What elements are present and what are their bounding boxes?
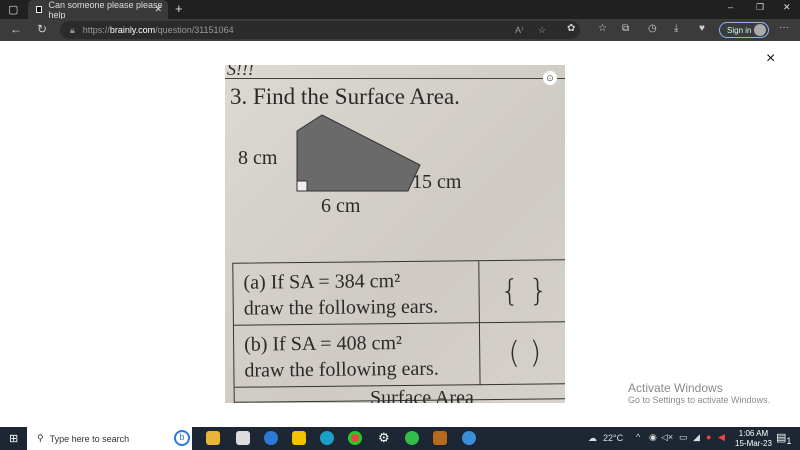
brainly-favicon-icon — [36, 6, 43, 13]
table-row: (a) If SA = 384 cm² draw the following ea… — [233, 260, 565, 326]
sign-in-label: Sign in — [727, 25, 752, 35]
browser-essentials-icon[interactable]: ♥ — [699, 23, 705, 34]
antivirus-icon[interactable]: ● — [706, 432, 711, 442]
network-icon[interactable]: ▭ — [679, 432, 688, 443]
question-table: (a) If SA = 384 cm² draw the following ea… — [232, 259, 565, 403]
edge-icon[interactable] — [320, 431, 334, 445]
url-text: https://brainly.com/question/31151064 — [83, 25, 234, 35]
collections-icon[interactable]: ⧉ — [622, 23, 629, 34]
close-tab-icon[interactable]: ✕ — [154, 4, 162, 15]
tab-title: Can someone please please help — [48, 0, 163, 20]
right-angle-marker — [296, 180, 308, 192]
chrome-icon[interactable] — [348, 431, 362, 445]
downloads-icon[interactable]: ⤓ — [674, 23, 678, 34]
url-domain: brainly.com — [109, 25, 156, 35]
search-icon: ⚲ — [37, 433, 44, 443]
bing-icon[interactable]: b — [174, 430, 190, 446]
windows-start-icon[interactable]: ⊞ — [9, 432, 18, 445]
watermark-title: Activate Windows — [628, 381, 723, 395]
row-line2: draw the following ears. — [243, 295, 439, 320]
speaker-icon[interactable]: ◀ — [718, 432, 725, 443]
restore-icon[interactable]: ❐ — [756, 2, 764, 13]
read-aloud-icon[interactable]: A⁾ — [515, 25, 523, 36]
watermark-subtitle: Go to Settings to activate Windows. — [628, 395, 771, 405]
address-input[interactable]: 🔒︎ https://brainly.com/question/31151064… — [60, 21, 580, 39]
close-window-icon[interactable]: ✕ — [783, 2, 791, 13]
taskbar: ⊞ ⚲ Type here to search b ⚙ ☁ 22°C ^ ◉ ◁… — [0, 427, 800, 450]
new-tab-icon[interactable]: + — [175, 1, 183, 16]
extensions-icon[interactable]: ✿ — [567, 23, 575, 34]
label-height: 8 cm — [238, 147, 278, 169]
lock-icon: 🔒︎ — [70, 24, 75, 35]
row-answer: ( ) — [478, 322, 565, 386]
trapezoid-shape — [296, 114, 421, 192]
clock[interactable]: 1:06 AM 15-Mar-23 — [735, 429, 772, 449]
refresh-icon[interactable]: ↻ — [37, 22, 47, 36]
row-text: (b) If SA = 408 cm² draw the following ea… — [244, 330, 439, 384]
time: 1:06 AM — [738, 429, 769, 438]
settings-icon[interactable]: ⚙ — [378, 430, 390, 446]
address-toolbar: ← ↻ 🔒︎ https://brainly.com/question/3115… — [0, 19, 800, 41]
wifi-icon[interactable]: ◢ — [693, 432, 700, 443]
avatar — [754, 24, 766, 36]
more-menu-button[interactable]: ··· — [779, 22, 789, 33]
favorites-icon[interactable]: ☆ — [598, 23, 607, 34]
notification-count: 1 — [786, 436, 792, 447]
title-bar: ▢ Can someone please please help ✕ + – ❐… — [0, 0, 800, 20]
row-answer: { } — [478, 260, 565, 324]
url-path: /question/31151064 — [155, 25, 234, 35]
taskbar-search-input[interactable]: ⚲ Type here to search b — [27, 427, 192, 450]
visual-search-icon[interactable]: ⊙ — [543, 71, 557, 85]
sign-in-button[interactable]: Sign in — [719, 22, 769, 38]
volume-muted-icon[interactable]: ◁× — [661, 432, 673, 443]
row-line1: (a) If SA = 384 cm² — [243, 270, 401, 294]
tab-active[interactable]: Can someone please please help ✕ — [28, 0, 168, 20]
row-line1: (b) If SA = 408 cm² — [244, 332, 403, 356]
add-favorite-icon[interactable]: ☆ — [538, 25, 546, 36]
history-icon[interactable]: ◷ — [648, 23, 657, 34]
close-viewer-button[interactable]: × — [766, 50, 775, 68]
back-icon[interactable]: ← — [10, 22, 22, 36]
telegram-icon[interactable] — [462, 431, 476, 445]
show-hidden-icons[interactable]: ^ — [636, 432, 640, 442]
tray-icon[interactable]: ◉ — [649, 432, 657, 443]
row-line2: draw the following ears. — [244, 357, 439, 382]
url-prefix: https:// — [82, 25, 110, 35]
store-icon[interactable] — [236, 431, 250, 445]
question-image: S!!! 3. Find the Surface Area. 8 cm 15 c… — [225, 65, 565, 403]
notifications-icon[interactable]: ▤1 — [776, 431, 792, 446]
whatsapp-icon[interactable] — [405, 431, 419, 445]
app-icon[interactable] — [264, 431, 278, 445]
search-placeholder: Type here to search — [49, 433, 130, 444]
table-row: (b) If SA = 408 cm² draw the following ea… — [233, 322, 565, 388]
weather-icon[interactable]: ☁ — [588, 433, 597, 444]
label-slant: 15 cm — [412, 171, 462, 193]
calculator-icon[interactable] — [433, 431, 447, 445]
file-explorer-icon[interactable] — [206, 431, 220, 445]
activate-windows-watermark: Activate Windows Go to Settings to activ… — [628, 381, 770, 405]
row-text: (a) If SA = 384 cm² draw the following ea… — [243, 268, 438, 322]
temperature[interactable]: 22°C — [603, 433, 623, 443]
label-base: 6 cm — [321, 195, 361, 217]
tab-actions-icon[interactable]: ▢ — [8, 3, 18, 16]
sticky-notes-icon[interactable] — [292, 431, 306, 445]
date: 15-Mar-23 — [735, 439, 772, 448]
bottom-fragment: Surface Area — [370, 387, 474, 403]
minimize-icon[interactable]: – — [728, 2, 733, 12]
